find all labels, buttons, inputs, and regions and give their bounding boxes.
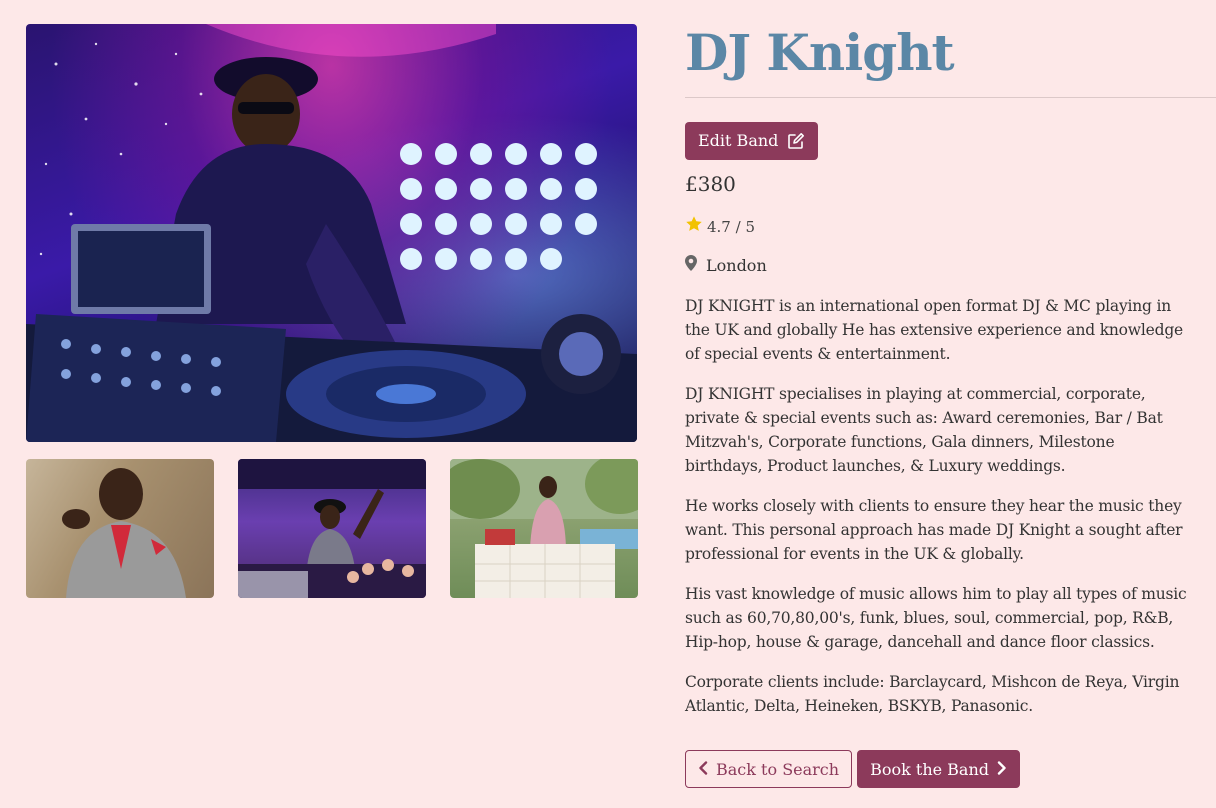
description-paragraph: His vast knowledge of music allows him t… [685, 585, 1187, 651]
edit-icon [787, 132, 805, 150]
title-divider [685, 97, 1216, 98]
club-performance-image [238, 459, 426, 598]
chevron-right-icon [997, 760, 1007, 779]
description-paragraph: DJ KNIGHT specialises in playing at comm… [685, 385, 1163, 475]
band-description: DJ KNIGHT is an international open forma… [685, 294, 1190, 734]
band-price: £380 [685, 172, 736, 196]
book-the-band-label: Book the Band [870, 759, 990, 779]
back-to-search-label: Back to Search [716, 759, 840, 779]
description-paragraph: DJ KNIGHT is an international open forma… [685, 297, 1184, 363]
edit-band-button[interactable]: Edit Band [685, 122, 819, 160]
description-paragraph: Corporate clients include: Barclaycard, … [685, 673, 1180, 715]
edit-band-label: Edit Band [698, 131, 779, 150]
band-location: London [685, 255, 767, 277]
map-marker-icon [685, 255, 697, 277]
dj-performing-image [26, 24, 637, 442]
band-rating: 4.7 / 5 [685, 215, 755, 239]
book-the-band-button[interactable]: Book the Band [857, 750, 1021, 788]
dj-portrait-image [62, 468, 186, 598]
gallery-thumbnail-3[interactable] [450, 459, 638, 598]
back-to-search-button[interactable]: Back to Search [685, 750, 853, 788]
garden-event-image [450, 459, 638, 598]
rating-value: 4.7 / 5 [707, 218, 755, 236]
gallery-thumbnail-1[interactable] [26, 459, 214, 598]
star-icon [685, 215, 703, 239]
main-band-photo[interactable] [26, 24, 637, 442]
description-paragraph: He works closely with clients to ensure … [685, 497, 1183, 563]
band-name-title: DJ Knight [685, 23, 955, 82]
chevron-left-icon [698, 760, 708, 779]
band-detail-page: DJ Knight Edit Band £380 4.7 / 5 London … [0, 0, 1216, 808]
action-buttons: Back to Search Book the Band [685, 750, 1021, 788]
gallery-thumbnail-2[interactable] [238, 459, 426, 598]
location-text: London [706, 256, 767, 275]
